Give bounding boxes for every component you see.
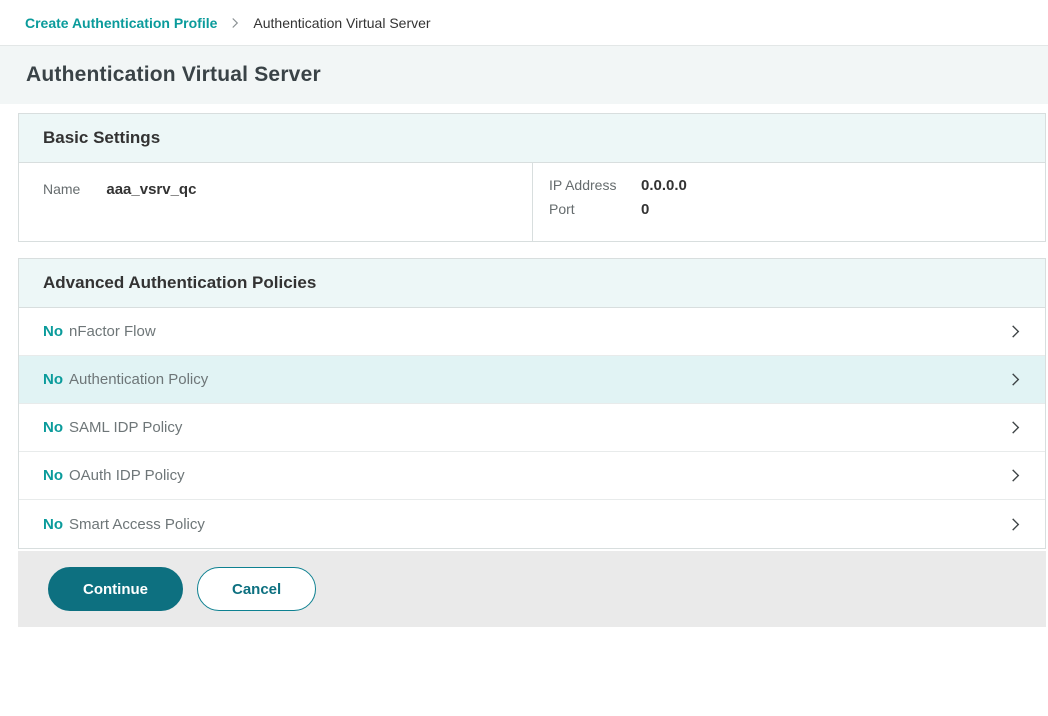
basic-settings-title: Basic Settings (43, 128, 1021, 148)
advanced-policies-panel: Advanced Authentication Policies NonFact… (18, 258, 1046, 549)
policy-row-authentication-policy[interactable]: No Authentication Policy (19, 356, 1045, 404)
advanced-policies-title: Advanced Authentication Policies (43, 273, 1021, 293)
policy-label: Smart Access Policy (69, 516, 205, 533)
page-title: Authentication Virtual Server (26, 63, 321, 87)
policy-label: Authentication Policy (69, 371, 208, 388)
basic-settings-header: Basic Settings (19, 114, 1045, 163)
cancel-button[interactable]: Cancel (197, 567, 316, 611)
basic-settings-left-column: Name aaa_vsrv_qc (19, 163, 532, 241)
basic-settings-panel: Basic Settings Name aaa_vsrv_qc IP Addre… (18, 113, 1046, 242)
ip-address-row: IP Address 0.0.0.0 (549, 177, 1029, 194)
policy-label: OAuth IDP Policy (69, 467, 185, 484)
breadcrumb: Create Authentication Profile Authentica… (0, 0, 1048, 46)
breadcrumb-link-create-authentication-profile[interactable]: Create Authentication Profile (25, 15, 217, 31)
policy-row-text: No Authentication Policy (43, 371, 208, 388)
chevron-right-icon (1008, 468, 1023, 483)
policy-row-text: No SAML IDP Policy (43, 419, 182, 436)
port-row: Port 0 (549, 201, 1029, 218)
basic-settings-body: Name aaa_vsrv_qc IP Address 0.0.0.0 Port… (19, 163, 1045, 241)
ip-address-label: IP Address (549, 177, 641, 193)
policy-row-saml-idp-policy[interactable]: No SAML IDP Policy (19, 404, 1045, 452)
policy-row-text: No nFactor Flow (43, 323, 156, 340)
chevron-right-icon (229, 17, 241, 29)
policy-row-text: No Smart Access Policy (43, 516, 205, 533)
chevron-right-icon (1008, 420, 1023, 435)
policy-row-oauth-idp-policy[interactable]: No OAuth IDP Policy (19, 452, 1045, 500)
policy-count: No (43, 323, 63, 340)
chevron-right-icon (1008, 372, 1023, 387)
policy-row-text: No OAuth IDP Policy (43, 467, 185, 484)
page-title-bar: Authentication Virtual Server (0, 46, 1048, 104)
name-label: Name (43, 181, 80, 197)
policy-label: nFactor Flow (69, 323, 156, 340)
continue-button[interactable]: Continue (48, 567, 183, 611)
policy-count: No (43, 419, 63, 436)
policy-count: No (43, 516, 63, 533)
chevron-right-icon (1008, 324, 1023, 339)
app-root: Create Authentication Profile Authentica… (0, 0, 1048, 627)
policy-row-smart-access-policy[interactable]: No Smart Access Policy (19, 500, 1045, 548)
ip-address-value: 0.0.0.0 (641, 177, 687, 194)
policy-count: No (43, 371, 63, 388)
policy-label: SAML IDP Policy (69, 419, 182, 436)
chevron-right-icon (1008, 517, 1023, 532)
name-value: aaa_vsrv_qc (106, 181, 196, 198)
port-value: 0 (641, 201, 649, 218)
port-label: Port (549, 201, 641, 217)
action-bar: Continue Cancel (18, 551, 1046, 627)
main-content: Basic Settings Name aaa_vsrv_qc IP Addre… (0, 104, 1048, 627)
basic-settings-right-column: IP Address 0.0.0.0 Port 0 (532, 163, 1045, 241)
breadcrumb-current: Authentication Virtual Server (253, 15, 430, 31)
advanced-policies-header: Advanced Authentication Policies (19, 259, 1045, 308)
policy-row-nfactor-flow[interactable]: No nFactor Flow (19, 308, 1045, 356)
policy-count: No (43, 467, 63, 484)
